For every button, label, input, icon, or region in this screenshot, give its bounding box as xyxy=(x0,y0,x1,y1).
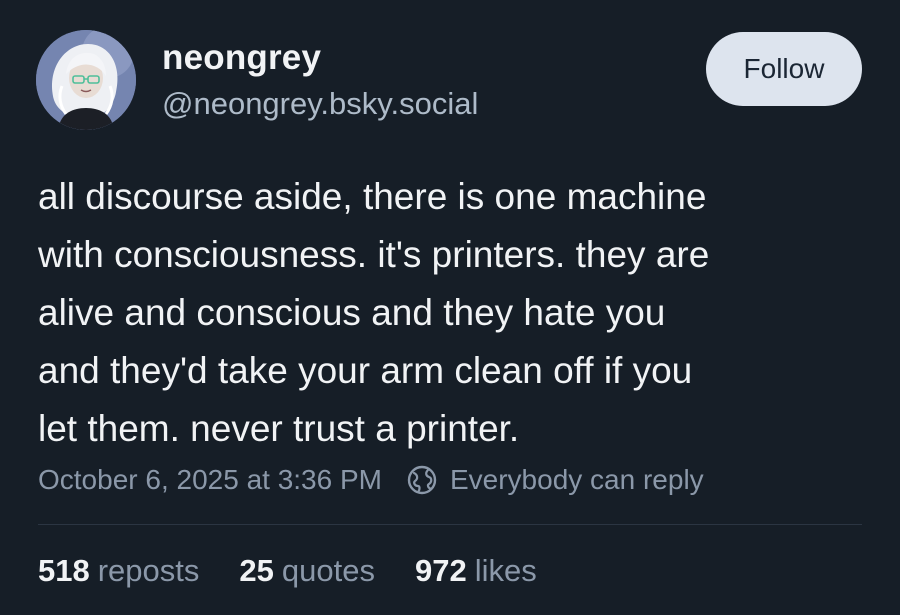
avatar[interactable] xyxy=(36,30,136,130)
likes-stat[interactable]: 972 likes xyxy=(415,553,537,589)
author-handle[interactable]: @neongrey.bsky.social xyxy=(162,86,478,122)
author-display-name[interactable]: neongrey xyxy=(162,38,321,78)
reposts-count: 518 xyxy=(38,553,90,588)
globe-icon xyxy=(406,464,438,496)
post-card: neongrey @neongrey.bsky.social Follow al… xyxy=(0,0,900,615)
reposts-stat[interactable]: 518 reposts xyxy=(38,553,199,589)
quotes-stat[interactable]: 25 quotes xyxy=(239,553,375,589)
post-meta: October 6, 2025 at 3:36 PM Everybody can… xyxy=(38,460,704,500)
follow-button[interactable]: Follow xyxy=(706,32,862,106)
likes-count: 972 xyxy=(414,553,467,588)
reply-setting: Everybody can reply xyxy=(449,464,704,495)
quotes-label: quotes xyxy=(281,553,375,588)
engagement-stats: 518 reposts 25 quotes 972 likes xyxy=(38,553,577,589)
avatar-illustration xyxy=(36,30,136,130)
reposts-label: reposts xyxy=(97,553,200,588)
post-timestamp[interactable]: October 6, 2025 at 3:36 PM xyxy=(38,464,382,496)
likes-label: likes xyxy=(474,553,537,588)
quotes-count: 25 xyxy=(239,553,274,588)
divider xyxy=(38,524,862,525)
post-text: all discourse aside, there is one machin… xyxy=(38,176,710,449)
